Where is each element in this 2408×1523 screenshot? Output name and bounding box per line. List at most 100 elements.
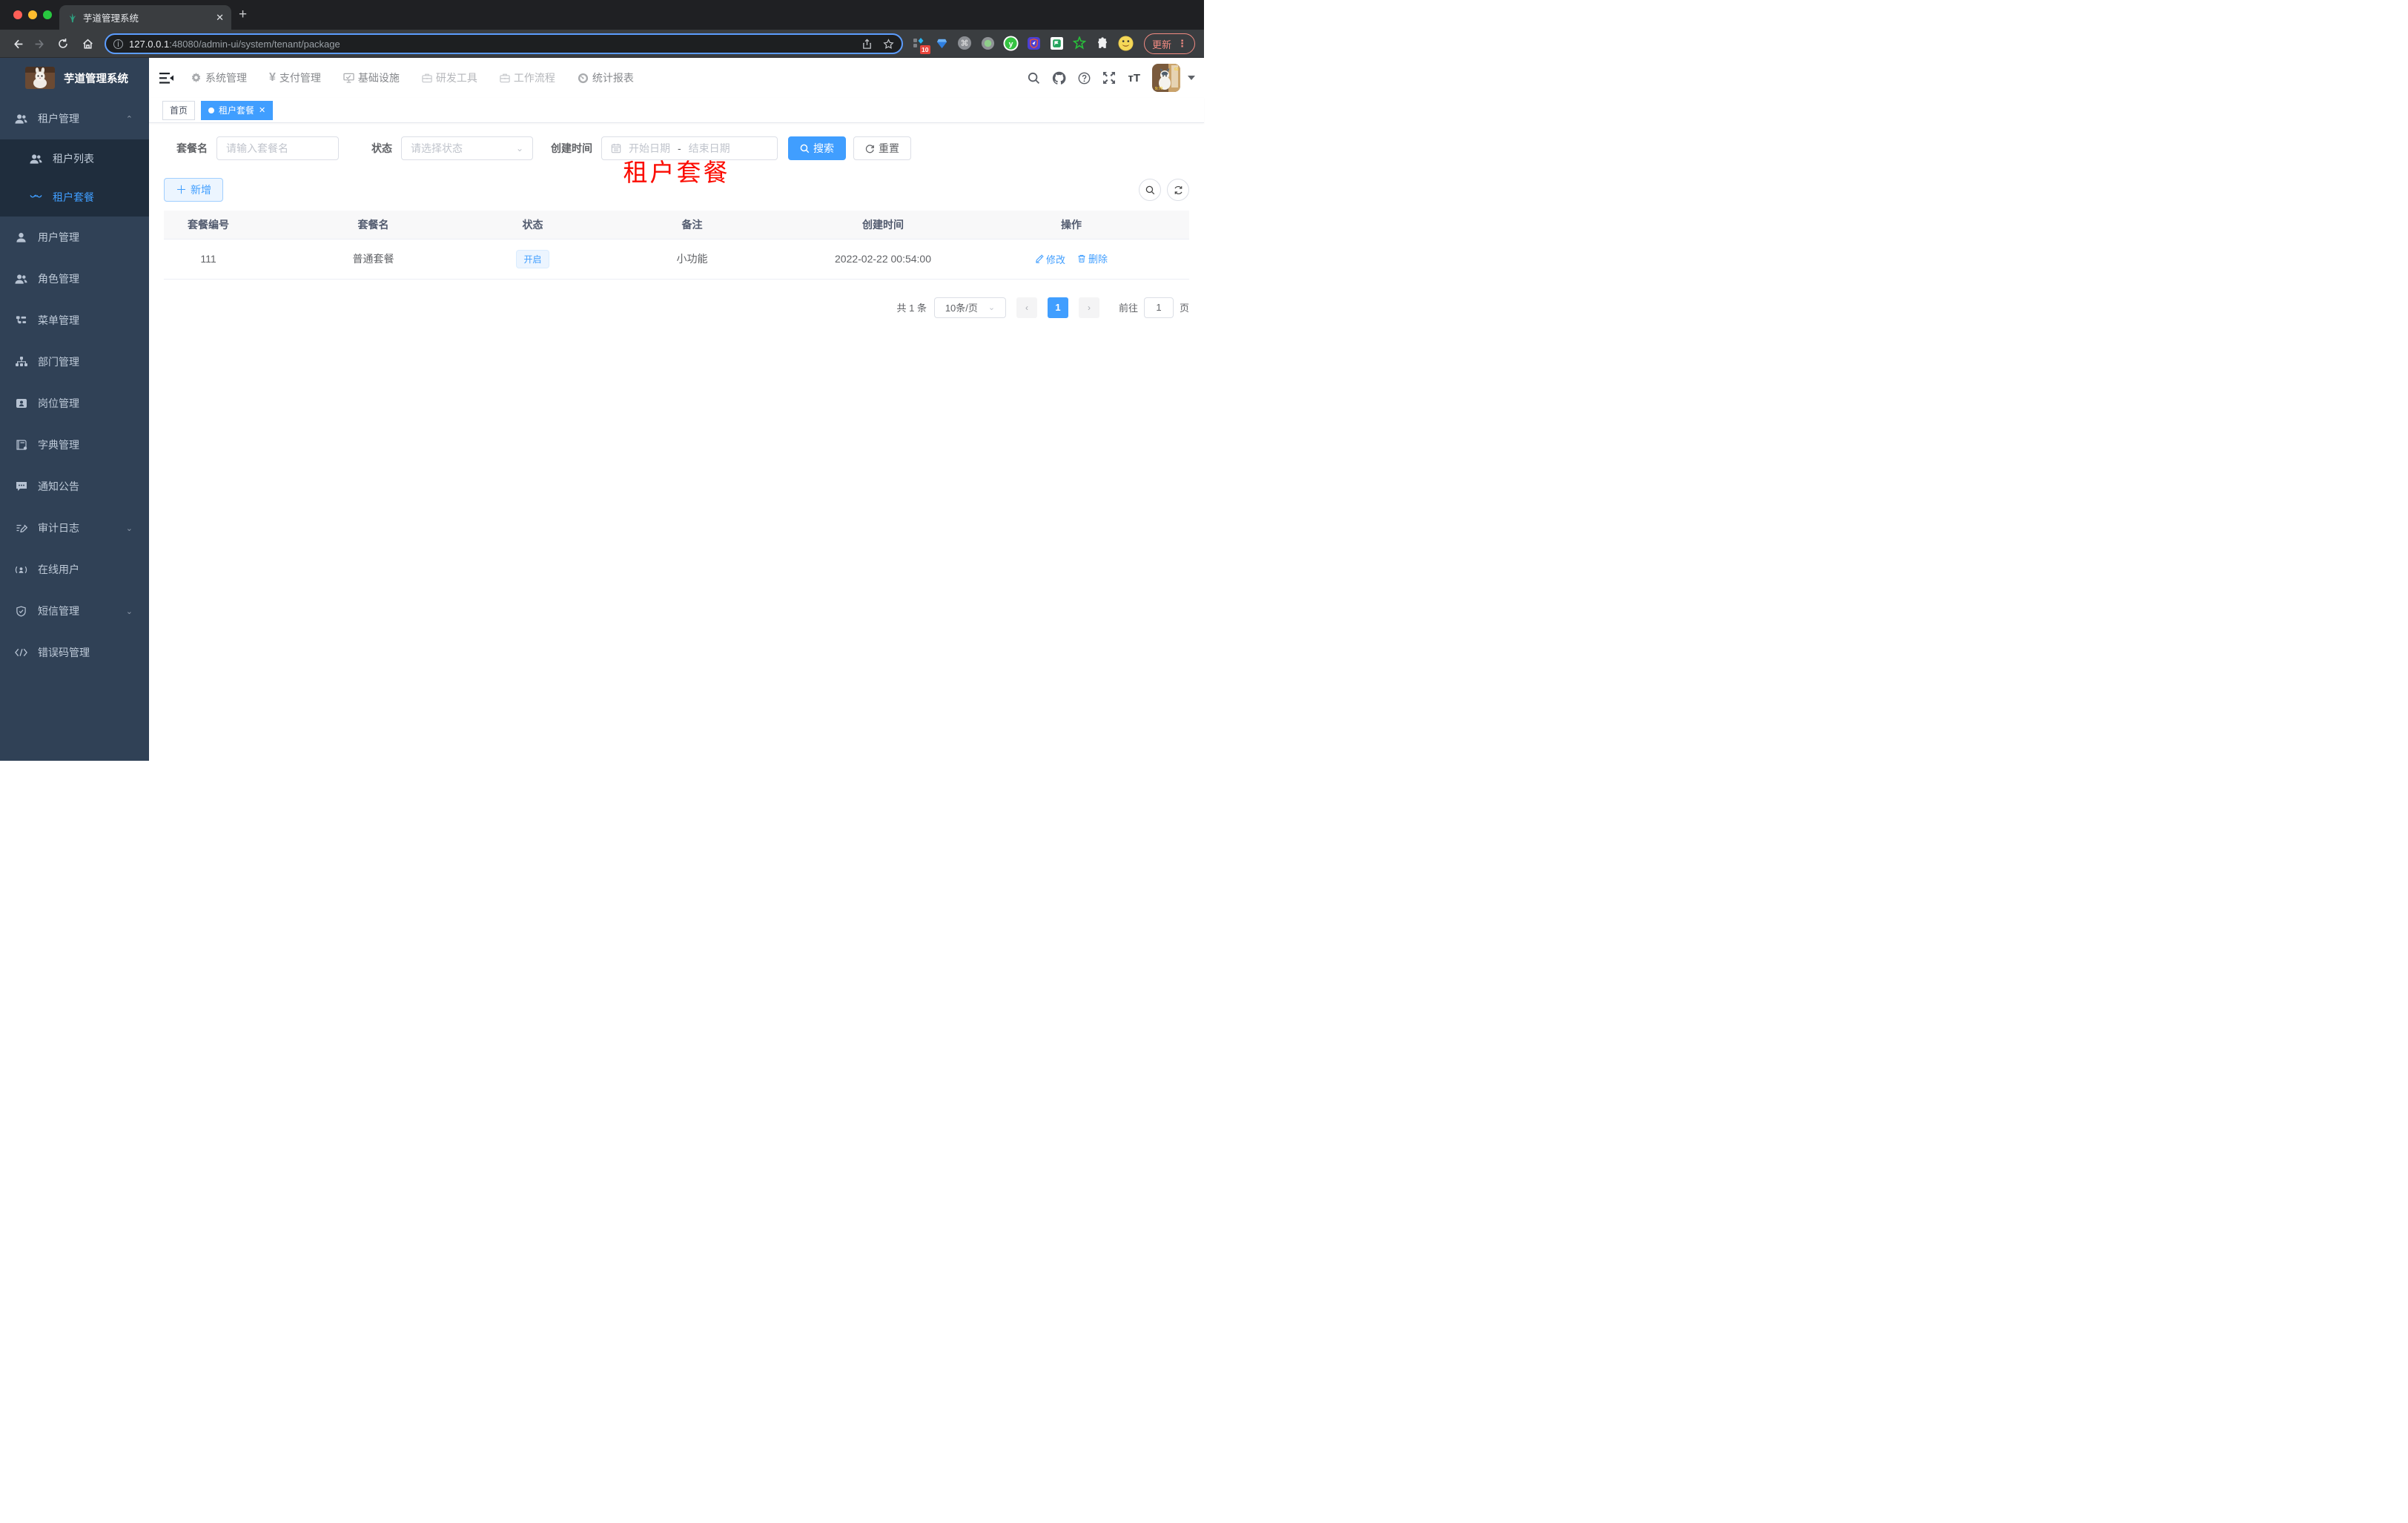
sidebar-item-menu-management[interactable]: 菜单管理 xyxy=(0,300,149,341)
top-nav-workflow[interactable]: 工作流程 xyxy=(492,70,563,85)
date-end-placeholder[interactable]: 结束日期 xyxy=(689,141,730,156)
date-start-placeholder[interactable]: 开始日期 xyxy=(629,141,670,156)
tag-close-icon[interactable]: ✕ xyxy=(259,105,265,115)
sidebar-item-sms-management[interactable]: 短信管理 ⌄ xyxy=(0,590,149,632)
tab-close-icon[interactable]: ✕ xyxy=(216,12,224,24)
sidebar-item-tenant-package[interactable]: 租户套餐 xyxy=(0,178,149,217)
sidebar-item-tenant-management[interactable]: 租户管理 ⌃ xyxy=(0,98,149,139)
search-button[interactable]: 搜索 xyxy=(788,136,846,160)
collapse-sidebar-icon[interactable] xyxy=(159,72,174,85)
sidebar-item-notice[interactable]: 通知公告 xyxy=(0,466,149,507)
top-nav: 系统管理 ¥ 支付管理 基础设施 研发工具 工作流程 统计报表 xyxy=(183,70,641,85)
sidebar-item-post-management[interactable]: 岗位管理 xyxy=(0,383,149,424)
svg-text:y: y xyxy=(1008,39,1013,48)
browser-menu-kebab-icon[interactable]: ⋮ xyxy=(1177,38,1187,50)
zoom-window-button[interactable] xyxy=(43,10,52,19)
next-page-button[interactable]: › xyxy=(1078,297,1099,318)
github-icon[interactable] xyxy=(1052,71,1066,85)
chevron-down-icon: ⌄ xyxy=(125,523,133,533)
avatar-caret-icon[interactable] xyxy=(1188,76,1195,80)
sidebar-item-user-management[interactable]: 用户管理 xyxy=(0,217,149,258)
star-extension-icon[interactable] xyxy=(1071,35,1088,51)
sidebar-item-label: 短信管理 xyxy=(38,605,79,617)
sidebar-item-dept-management[interactable]: 部门管理 xyxy=(0,341,149,383)
add-button[interactable]: ＋ 新增 xyxy=(164,178,224,202)
top-nav-system[interactable]: 系统管理 xyxy=(183,70,254,85)
sidebar-item-role-management[interactable]: 角色管理 xyxy=(0,258,149,300)
sidebar-item-label: 通知公告 xyxy=(38,480,79,492)
svg-text:⌘: ⌘ xyxy=(961,39,969,48)
sidebar-item-error-code[interactable]: 错误码管理 xyxy=(0,632,149,673)
status-badge: 开启 xyxy=(516,249,549,268)
sidebar-item-label: 租户管理 xyxy=(38,113,79,125)
command-extension-icon[interactable]: ⌘ xyxy=(956,35,973,51)
svg-text:9:70: 9:70 xyxy=(1155,87,1162,91)
browser-tab-bar: 芋道管理系统 ✕ + xyxy=(0,0,1204,30)
reset-button[interactable]: 重置 xyxy=(853,136,911,160)
chevron-down-icon: ⌄ xyxy=(988,303,996,312)
date-range-picker[interactable]: 开始日期 - 结束日期 xyxy=(601,136,778,160)
extension-badge: 10 xyxy=(919,45,930,54)
browser-update-button[interactable]: 更新 ⋮ xyxy=(1143,33,1195,54)
extensions-puzzle-icon[interactable] xyxy=(1094,35,1111,51)
font-size-icon[interactable]: ᴛT xyxy=(1128,72,1140,85)
sidebar-item-dict-management[interactable]: 字典管理 xyxy=(0,424,149,466)
url-bar[interactable]: i 127.0.0.1:48080/admin-ui/system/tenant… xyxy=(105,33,903,54)
peoples-icon xyxy=(30,193,42,202)
table-toolbar: ＋ 新增 xyxy=(164,178,1189,202)
favicon-plant-icon xyxy=(67,13,77,23)
home-button[interactable] xyxy=(79,36,96,52)
sidebar-logo[interactable]: 芋道管理系统 xyxy=(0,58,149,98)
goto-page-input[interactable] xyxy=(1143,297,1174,318)
monitor-icon xyxy=(343,73,354,83)
gray-circle-extension-icon[interactable] xyxy=(979,35,996,51)
close-window-button[interactable] xyxy=(13,10,22,19)
cell-package-name: 普通套餐 xyxy=(253,239,494,280)
show-search-toggle-button[interactable] xyxy=(1139,179,1161,201)
user-avatar[interactable]: 63 9:70 xyxy=(1152,64,1180,92)
tag-tenant-package[interactable]: 租户套餐 ✕ xyxy=(201,100,274,120)
delete-link[interactable]: 删除 xyxy=(1077,251,1108,265)
dictionary-book-icon xyxy=(15,440,27,450)
search-icon[interactable] xyxy=(1028,72,1040,85)
minimize-window-button[interactable] xyxy=(28,10,37,19)
y-extension-icon[interactable]: y xyxy=(1002,35,1019,51)
site-info-icon[interactable]: i xyxy=(113,39,123,49)
extension-icon[interactable]: 10 xyxy=(910,35,930,54)
help-icon[interactable] xyxy=(1078,72,1091,85)
flag-extension-icon[interactable] xyxy=(1048,35,1065,51)
fullscreen-icon[interactable] xyxy=(1102,71,1116,85)
tag-home[interactable]: 首页 xyxy=(162,100,196,120)
sidebar-item-tenant-list[interactable]: 租户列表 xyxy=(0,139,149,178)
prev-page-button[interactable]: ‹ xyxy=(1016,297,1037,318)
share-icon[interactable] xyxy=(861,38,873,50)
reload-button[interactable] xyxy=(55,36,71,52)
page-size-select[interactable]: 10条/页 ⌄ xyxy=(933,297,1006,318)
top-nav-infra[interactable]: 基础设施 xyxy=(336,70,407,85)
top-nav-dev-tools[interactable]: 研发工具 xyxy=(414,70,485,85)
top-nav-payment[interactable]: ¥ 支付管理 xyxy=(262,70,328,85)
bookmark-star-icon[interactable] xyxy=(883,38,894,50)
forward-button[interactable] xyxy=(32,36,48,52)
refresh-table-button[interactable] xyxy=(1167,179,1189,201)
chevron-down-icon: ⌄ xyxy=(515,143,523,153)
header-actions: ᴛT 63 9:70 xyxy=(1028,58,1195,98)
top-nav-report[interactable]: 统计报表 xyxy=(570,70,641,85)
edit-link[interactable]: 修改 xyxy=(1035,252,1065,266)
col-header-status: 状态 xyxy=(494,211,572,239)
name-filter-input[interactable] xyxy=(226,142,329,154)
shield-extension-icon[interactable] xyxy=(1025,35,1042,51)
shield-check-icon xyxy=(15,605,27,617)
sidebar-item-label: 角色管理 xyxy=(38,273,79,285)
status-filter-select[interactable]: 请选择状态 ⌄ xyxy=(401,136,533,160)
sidebar-item-online-users[interactable]: 在线用户 xyxy=(0,549,149,590)
new-tab-button[interactable]: + xyxy=(239,7,247,22)
name-filter-input-wrap xyxy=(216,136,339,160)
back-button[interactable] xyxy=(9,36,25,52)
gem-extension-icon[interactable] xyxy=(933,35,950,51)
browser-tab[interactable]: 芋道管理系统 ✕ xyxy=(59,5,231,30)
profile-avatar-emoji[interactable] xyxy=(1117,35,1134,51)
page-number-button[interactable]: 1 xyxy=(1047,297,1068,318)
sidebar-item-audit-log[interactable]: 审计日志 ⌄ xyxy=(0,507,149,549)
url-text[interactable]: 127.0.0.1:48080/admin-ui/system/tenant/p… xyxy=(129,39,861,50)
